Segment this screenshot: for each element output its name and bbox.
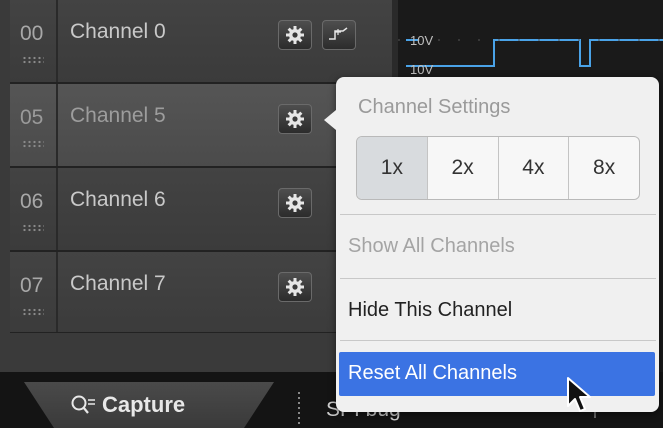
channel-row-0[interactable]: 00 Channel 0 <box>10 0 392 84</box>
trigger-icon <box>329 27 348 40</box>
gear-icon <box>286 194 304 212</box>
gear-icon <box>286 26 304 44</box>
menu-separator <box>340 340 656 341</box>
scale-segmented-control[interactable]: 1x 2x 4x 8x <box>356 136 640 200</box>
menu-separator <box>340 278 656 279</box>
channel-number-cell: 05 <box>10 84 58 166</box>
trigger-button[interactable] <box>322 20 356 50</box>
channel-number-cell: 06 <box>10 168 58 250</box>
channel-settings-button[interactable] <box>278 272 312 302</box>
channel-row-7[interactable]: 07 Channel 7 <box>10 252 392 336</box>
search-icon <box>71 395 95 414</box>
channel-number: 00 <box>20 22 44 45</box>
drag-grip-icon[interactable] <box>22 308 44 316</box>
tab-capture-label[interactable]: Capture <box>70 392 185 418</box>
voltage-label: 10V <box>410 33 434 48</box>
drag-grip-icon[interactable] <box>22 56 44 64</box>
menu-separator <box>340 214 656 215</box>
channel-number-cell: 00 <box>10 0 58 82</box>
cursor-icon <box>567 377 591 412</box>
channel-number: 05 <box>20 106 44 129</box>
tab-divider <box>298 392 300 424</box>
voltage-label: 10V <box>410 62 434 77</box>
channel-number: 07 <box>20 274 44 297</box>
channel-number: 06 <box>20 190 44 213</box>
scale-8x-button[interactable]: 8x <box>569 137 639 199</box>
channel-settings-button[interactable] <box>278 104 312 134</box>
channel-row-6[interactable]: 06 Channel 6 <box>10 168 392 252</box>
channel-number-cell: 07 <box>10 252 58 334</box>
channel-name[interactable]: Channel 5 <box>70 104 166 128</box>
hide-this-channel-item[interactable]: Hide This Channel <box>348 299 512 322</box>
show-all-channels-item: Show All Channels <box>348 235 515 257</box>
channel-name[interactable]: Channel 6 <box>70 188 166 212</box>
drag-grip-icon[interactable] <box>22 224 44 232</box>
scale-2x-button[interactable]: 2x <box>428 137 499 199</box>
scale-1x-button[interactable]: 1x <box>357 137 428 199</box>
gear-icon <box>286 278 304 296</box>
scale-4x-button[interactable]: 4x <box>499 137 570 199</box>
reset-all-channels-item[interactable]: Reset All Channels <box>348 362 517 385</box>
logic-analyzer-window: 00 Channel 0 05 Channel 5 06 Channel 6 0… <box>0 0 663 428</box>
popover-title: Channel Settings <box>358 96 511 118</box>
channel-settings-button[interactable] <box>278 188 312 218</box>
channel-name[interactable]: Channel 7 <box>70 272 166 296</box>
drag-grip-icon[interactable] <box>22 140 44 148</box>
tab-capture-text: Capture <box>102 392 186 417</box>
popover-arrow <box>324 110 336 130</box>
channel-name[interactable]: Channel 0 <box>70 20 166 44</box>
gear-icon <box>286 110 304 128</box>
channel-settings-button[interactable] <box>278 20 312 50</box>
